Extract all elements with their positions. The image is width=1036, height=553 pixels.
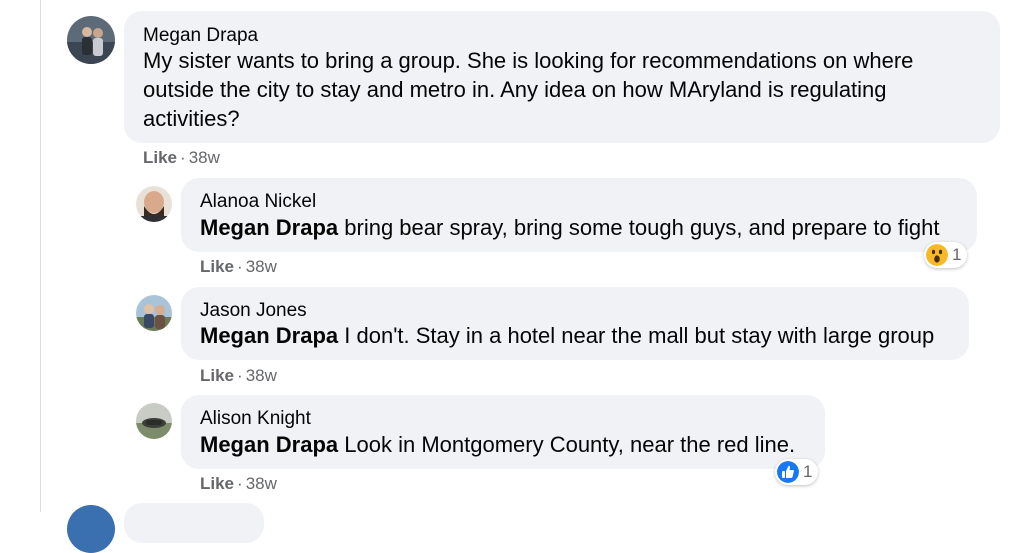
reply-meta: Like · 38w — [200, 257, 277, 277]
timestamp[interactable]: 38w — [246, 366, 277, 385]
timestamp[interactable]: 38w — [189, 148, 220, 167]
reply-author[interactable]: Alison Knight — [200, 408, 311, 430]
like-icon — [777, 461, 799, 483]
mention-link[interactable]: Megan Drapa — [200, 432, 338, 457]
thread-left-rule — [40, 0, 41, 512]
timestamp[interactable]: 38w — [246, 474, 277, 493]
avatar-jason-jones[interactable] — [136, 295, 172, 331]
mention-link[interactable]: Megan Drapa — [200, 215, 338, 240]
avatar-alanoa-nickel[interactable] — [136, 186, 172, 222]
reply-author[interactable]: Jason Jones — [200, 300, 307, 322]
reaction-badge[interactable]: 1 — [775, 459, 819, 485]
wow-icon — [926, 244, 948, 266]
separator-dot: · — [237, 474, 243, 493]
avatar-photo-icon — [136, 295, 172, 331]
next-comment-bubble — [124, 503, 264, 543]
mention-link[interactable]: Megan Drapa — [200, 323, 338, 348]
avatar-photo-icon — [136, 403, 172, 439]
reply-text-body: I don't. Stay in a hotel near the mall b… — [338, 323, 935, 348]
reaction-count: 1 — [952, 245, 962, 264]
reply-text: Megan Drapa bring bear spray, bring some… — [200, 213, 939, 242]
reaction-badge[interactable]: 1 — [924, 242, 968, 268]
separator-dot: · — [237, 257, 243, 276]
avatar-megan-drapa[interactable] — [67, 16, 115, 64]
reply-text-body: Look in Montgomery County, near the red … — [338, 432, 796, 457]
avatar-next-comment[interactable] — [67, 505, 115, 553]
like-button[interactable]: Like — [200, 366, 234, 385]
like-button[interactable]: Like — [143, 148, 177, 167]
reply-meta: Like · 38w — [200, 474, 277, 494]
reply-meta: Like · 38w — [200, 366, 277, 386]
comment-author[interactable]: Megan Drapa — [143, 25, 258, 47]
timestamp[interactable]: 38w — [246, 257, 277, 276]
avatar-alison-knight[interactable] — [136, 403, 172, 439]
avatar-photo-icon — [67, 16, 115, 64]
reply-text: Megan Drapa I don't. Stay in a hotel nea… — [200, 321, 934, 350]
reply-text-body: bring bear spray, bring some tough guys,… — [338, 215, 940, 240]
reaction-count: 1 — [803, 462, 813, 481]
reply-author[interactable]: Alanoa Nickel — [200, 191, 316, 213]
separator-dot: · — [237, 366, 243, 385]
comment-meta: Like · 38w — [143, 148, 220, 168]
like-button[interactable]: Like — [200, 257, 234, 276]
reply-text: Megan Drapa Look in Montgomery County, n… — [200, 430, 795, 459]
like-button[interactable]: Like — [200, 474, 234, 493]
comment-text: My sister wants to bring a group. She is… — [143, 48, 914, 131]
avatar-photo-icon — [136, 186, 172, 222]
separator-dot: · — [180, 148, 186, 167]
